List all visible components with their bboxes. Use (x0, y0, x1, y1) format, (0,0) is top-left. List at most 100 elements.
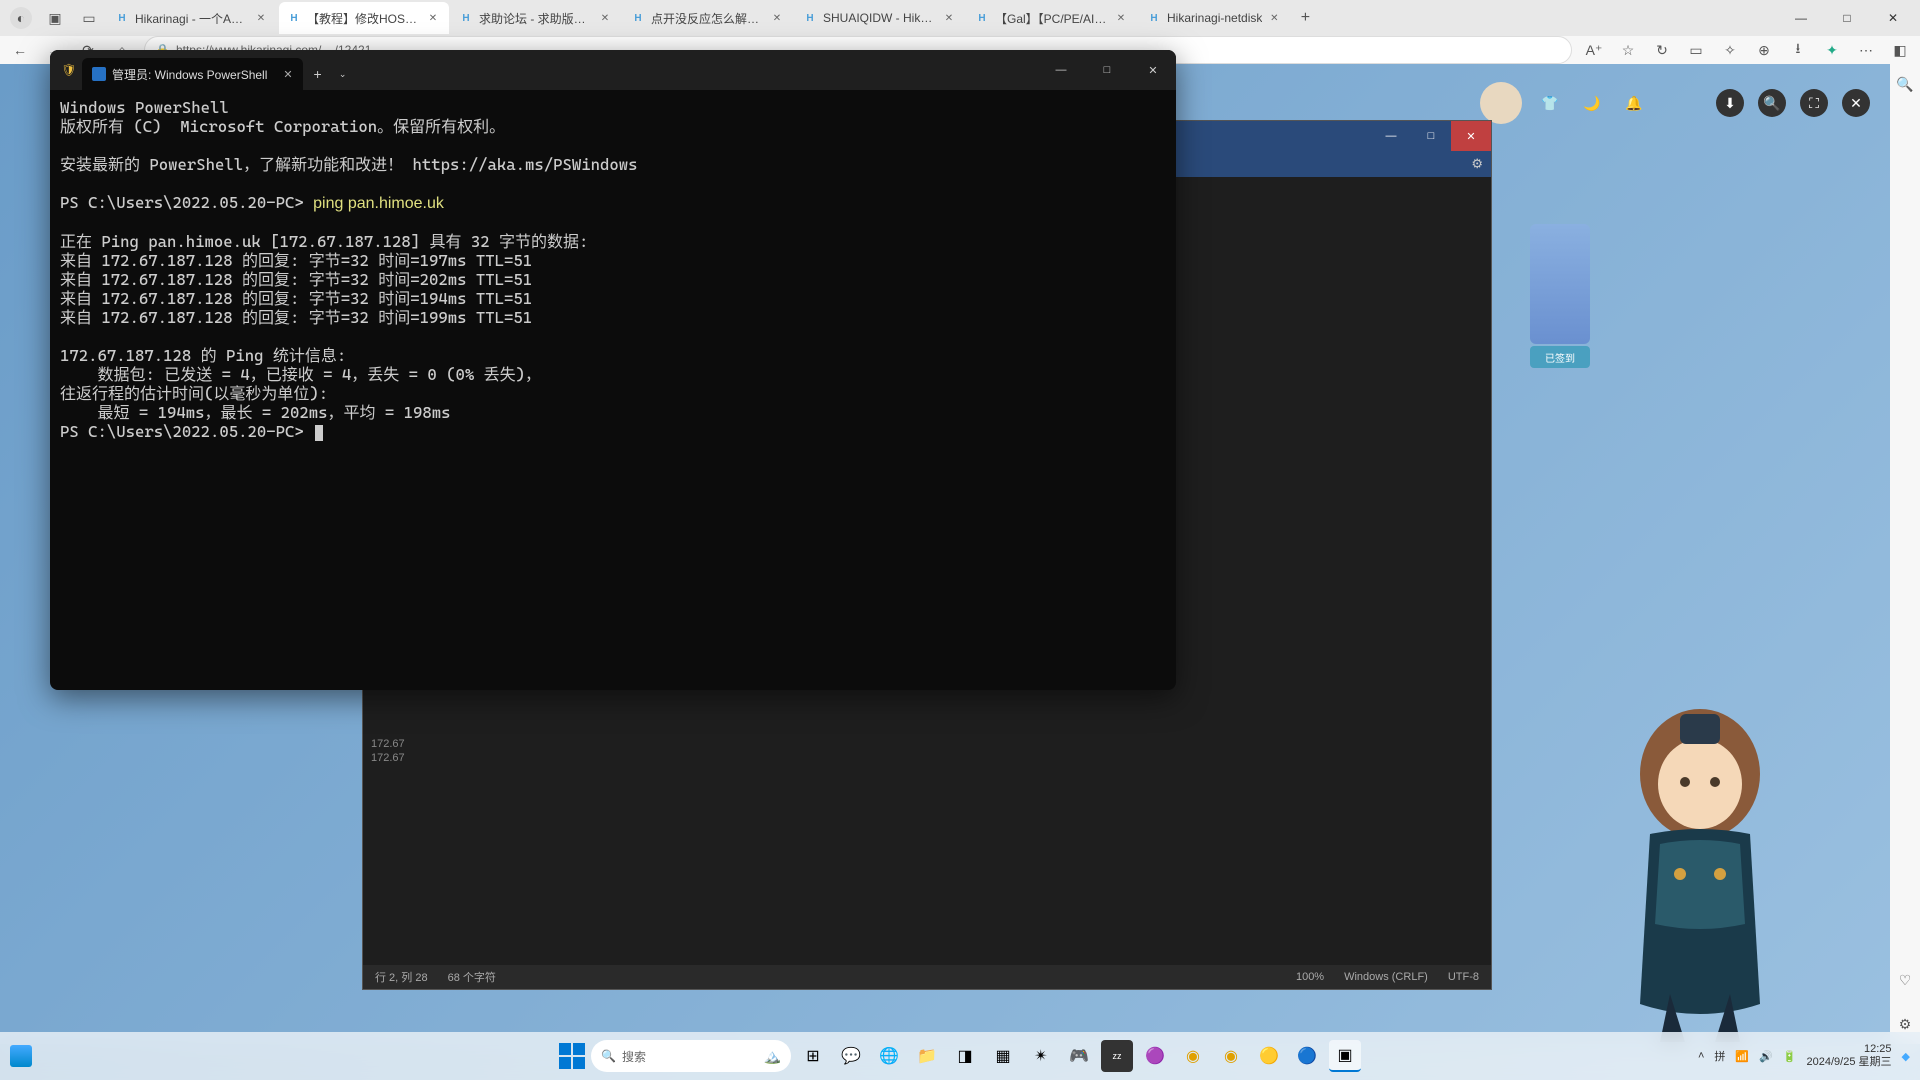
tab-close-icon[interactable]: ✕ (253, 10, 269, 26)
browser-tab[interactable]: H点开没反应怎么解决 - 求助论✕ (623, 2, 793, 34)
site-expand-icon[interactable]: ⛶ (1800, 89, 1828, 117)
nav-back-button[interactable]: ← (8, 38, 32, 62)
search-placeholder: 搜索 (622, 1048, 646, 1065)
browser-tab[interactable]: H【Gal】【PC/PE/AI汉化】甜蜜✕ (967, 2, 1137, 34)
user-avatar[interactable] (1480, 82, 1522, 124)
notepad-minimize-button[interactable]: — (1371, 121, 1411, 151)
notepad-close-button[interactable]: ✕ (1451, 121, 1491, 151)
notepad-status-bar: 行 2, 列 28 68 个字符 100% Windows (CRLF) UTF… (363, 965, 1491, 989)
taskbar-app-6[interactable]: 🟣 (1139, 1040, 1171, 1072)
tab-close-icon[interactable]: ✕ (425, 10, 441, 26)
browser-tab[interactable]: H求助论坛 - 求助版块 - 我要提问✕ (451, 2, 621, 34)
terminal-maximize-button[interactable]: □ (1084, 50, 1130, 90)
powershell-icon (92, 67, 106, 81)
site-search-icon[interactable]: 🔍 (1758, 89, 1786, 117)
split-screen-icon[interactable]: ◧ (1888, 38, 1912, 62)
taskbar[interactable]: 🔍 搜索 🏔️ ⊞ 💬 🌐 📁 ◨ ▦ ✴ 🎮 zz 🟣 ◉ ◉ 🟡 🔵 ▣ ˄… (0, 1032, 1920, 1080)
browser-tab[interactable]: H【教程】修改HOSTS，和转圈✕ (279, 2, 449, 34)
terminal-window[interactable]: 🛡 管理员: Windows PowerShell ✕ + ⌄ — □ ✕ Wi… (50, 50, 1176, 690)
favorites-icon[interactable]: ✧ (1718, 38, 1742, 62)
start-button[interactable] (559, 1043, 585, 1069)
downloads-icon[interactable]: ⭳ (1786, 38, 1810, 62)
workspaces-icon[interactable]: ▣ (44, 7, 66, 29)
browser-tab[interactable]: H Hikarinagi - 一个ACGN文化社区✕ (107, 2, 277, 34)
terminal-close-button[interactable]: ✕ (1130, 50, 1176, 90)
favorite-star-icon[interactable]: ☆ (1616, 38, 1640, 62)
sidebar-search-icon[interactable]: 🔍 (1893, 72, 1917, 96)
taskbar-app-edge[interactable]: 🌐 (873, 1040, 905, 1072)
site-close-icon[interactable]: ✕ (1842, 89, 1870, 117)
tab-title: 【Gal】【PC/PE/AI汉化】甜蜜 (995, 10, 1109, 27)
tab-close-icon[interactable]: ✕ (1113, 10, 1129, 26)
site-download-icon[interactable]: ⬇ (1716, 89, 1744, 117)
notepad-maximize-button[interactable]: □ (1411, 121, 1451, 151)
theme-shirt-icon[interactable]: 👕 (1536, 89, 1564, 117)
taskbar-app-5[interactable]: zz (1101, 1040, 1133, 1072)
profile-icon[interactable]: ◐ (10, 7, 32, 29)
tray-volume-icon[interactable]: 🔊 (1759, 1050, 1773, 1063)
sidebar-heart-icon[interactable]: ♡ (1893, 968, 1917, 992)
tray-battery-icon[interactable]: 🔋 (1783, 1050, 1797, 1063)
status-encoding: UTF-8 (1448, 971, 1479, 983)
browser-tab[interactable]: HHikarinagi-netdisk✕ (1139, 2, 1290, 34)
terminal-tab[interactable]: 管理员: Windows PowerShell ✕ (82, 58, 303, 90)
terminal-new-tab-button[interactable]: + (303, 66, 333, 82)
read-aloud-icon[interactable]: A⁺ (1582, 38, 1606, 62)
terminal-dropdown-button[interactable]: ⌄ (333, 69, 353, 80)
taskbar-app-4[interactable]: 🎮 (1063, 1040, 1095, 1072)
browser-minimize-button[interactable]: — (1778, 2, 1824, 34)
tab-favicon: H (803, 11, 817, 25)
taskbar-app-3[interactable]: ✴ (1025, 1040, 1057, 1072)
tab-favicon: H (115, 11, 129, 25)
status-zoom: 100% (1296, 971, 1324, 983)
terminal-minimize-button[interactable]: — (1038, 50, 1084, 90)
tab-title: 求助论坛 - 求助版块 - 我要提问 (479, 10, 593, 27)
tray-wifi-icon[interactable]: 📶 (1735, 1050, 1749, 1063)
collections-icon[interactable]: ⊕ (1752, 38, 1776, 62)
browser-tab[interactable]: HSHUAIQIDW - Hikarinagi✕ (795, 2, 965, 34)
taskbar-app-2[interactable]: ▦ (987, 1040, 1019, 1072)
more-icon[interactable]: ⋯ (1854, 38, 1878, 62)
status-char-count: 68 个字符 (448, 969, 496, 985)
tab-close-icon[interactable]: ✕ (769, 10, 785, 26)
taskbar-app-1[interactable]: ◨ (949, 1040, 981, 1072)
taskbar-app-8[interactable]: ◉ (1215, 1040, 1247, 1072)
taskbar-search[interactable]: 🔍 搜索 🏔️ (591, 1040, 791, 1072)
browser-close-button[interactable]: ✕ (1870, 2, 1916, 34)
taskbar-center: 🔍 搜索 🏔️ ⊞ 💬 🌐 📁 ◨ ▦ ✴ 🎮 zz 🟣 ◉ ◉ 🟡 🔵 ▣ (559, 1040, 1361, 1072)
taskbar-app-chat[interactable]: 💬 (835, 1040, 867, 1072)
reader-icon[interactable]: ▭ (1684, 38, 1708, 62)
task-view-button[interactable]: ⊞ (797, 1040, 829, 1072)
checkin-badge[interactable]: 已签到 (1530, 346, 1590, 368)
taskbar-app-9[interactable]: 🟡 (1253, 1040, 1285, 1072)
tab-title: Hikarinagi - 一个ACGN文化社区 (135, 10, 249, 27)
taskbar-app-7[interactable]: ◉ (1177, 1040, 1209, 1072)
taskbar-app-explorer[interactable]: 📁 (911, 1040, 943, 1072)
dark-mode-icon[interactable]: 🌙 (1578, 89, 1606, 117)
tab-close-icon[interactable]: ✕ (597, 10, 613, 26)
copilot-icon[interactable]: ◆ (1902, 1050, 1910, 1063)
browser-tabstrip: ◐ ▣ ▭ HHikarinagi - 一个ACGN文化社区✕H【教程】修改HO… (0, 0, 1920, 36)
taskbar-app-terminal[interactable]: ▣ (1329, 1040, 1361, 1072)
tab-close-icon[interactable]: ✕ (941, 10, 957, 26)
notifications-icon[interactable]: 🔔 (1620, 89, 1648, 117)
system-tray[interactable]: ˄ 拼 📶 🔊 🔋 12:25 2024/9/25 星期三 ◆ (1698, 1043, 1910, 1069)
tab-close-icon[interactable]: ✕ (1266, 10, 1282, 26)
terminal-tab-close-icon[interactable]: ✕ (283, 68, 292, 81)
refresh-ext-icon[interactable]: ↻ (1650, 38, 1674, 62)
admin-shield-icon: 🛡 (56, 63, 82, 77)
extensions-icon[interactable]: ✦ (1820, 38, 1844, 62)
taskbar-app-10[interactable]: 🔵 (1291, 1040, 1323, 1072)
side-thumbnail[interactable] (1530, 224, 1590, 344)
tray-chevron-icon[interactable]: ˄ (1698, 1050, 1704, 1062)
notepad-settings-icon[interactable]: ⚙ (1471, 156, 1483, 172)
clock-time: 12:25 (1807, 1043, 1892, 1056)
browser-maximize-button[interactable]: □ (1824, 2, 1870, 34)
terminal-output[interactable]: Windows PowerShell 版权所有 (C) Microsoft Co… (50, 90, 1176, 690)
ime-indicator[interactable]: 拼 (1714, 1048, 1725, 1064)
new-tab-button[interactable]: + (1291, 4, 1319, 32)
tab-actions-icon[interactable]: ▭ (78, 7, 100, 29)
widgets-button[interactable] (10, 1045, 32, 1067)
terminal-titlebar[interactable]: 🛡 管理员: Windows PowerShell ✕ + ⌄ — □ ✕ (50, 50, 1176, 90)
taskbar-clock[interactable]: 12:25 2024/9/25 星期三 (1807, 1043, 1892, 1069)
